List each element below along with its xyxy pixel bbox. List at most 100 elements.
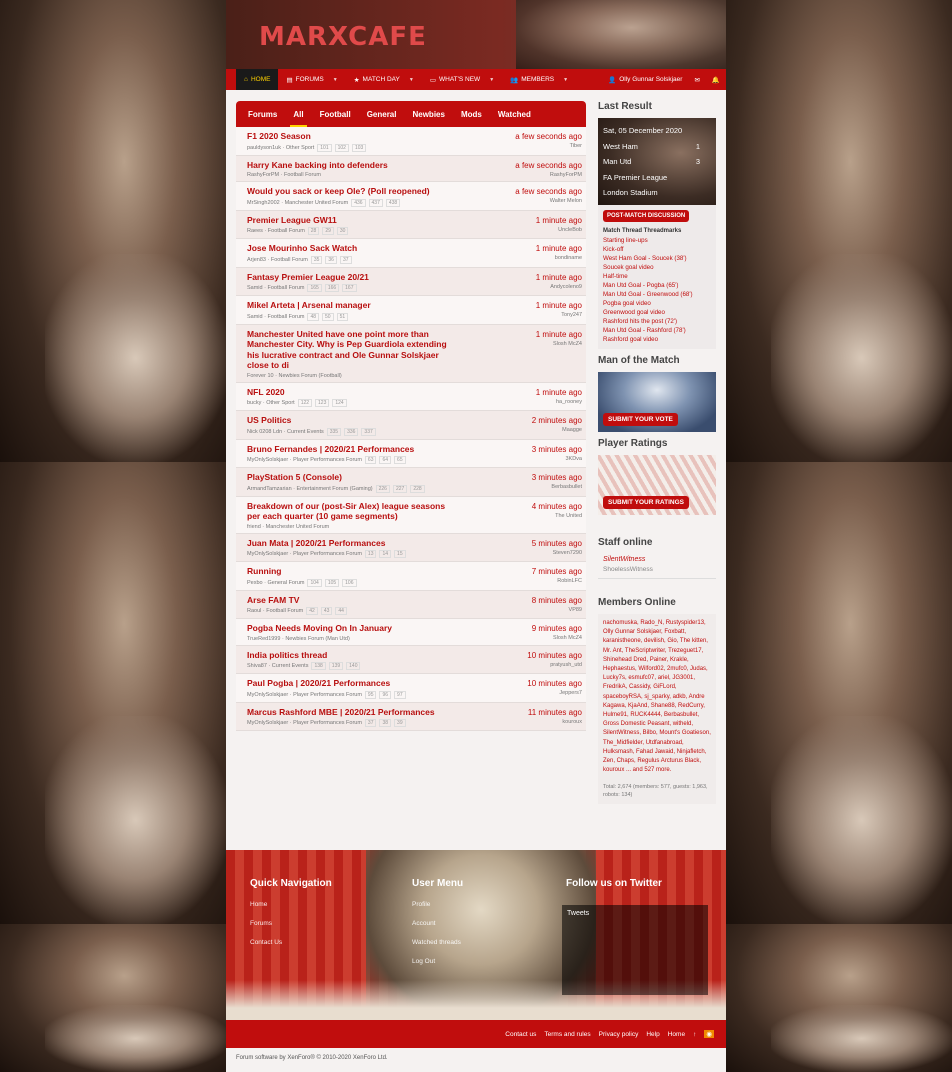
- tab-mods[interactable]: Mods: [453, 101, 490, 127]
- thread-title[interactable]: Jose Mourinho Sack Watch: [247, 243, 452, 254]
- threadmark-link[interactable]: Pogba goal video: [603, 299, 711, 308]
- post-match-button[interactable]: POST-MATCH DISCUSSION: [603, 210, 690, 222]
- page-link[interactable]: 106: [342, 578, 357, 587]
- thread-meta[interactable]: friend · Manchester United Forum: [247, 524, 329, 530]
- threadmark-link[interactable]: Rashford hits the post (72'): [603, 317, 711, 326]
- thread-row[interactable]: Would you sack or keep Ole? (Poll reopen…: [236, 182, 586, 211]
- thread-title[interactable]: Pogba Needs Moving On In January: [247, 623, 452, 634]
- threadmark-link[interactable]: Starting line-ups: [603, 236, 711, 245]
- page-link[interactable]: 44: [335, 607, 347, 615]
- last-poster[interactable]: UncleBob: [536, 227, 582, 233]
- chevron-down-icon[interactable]: ▼: [489, 77, 494, 83]
- thread-meta[interactable]: MyOnlySolskjaer · Player Performances Fo…: [247, 692, 362, 698]
- tab-all[interactable]: All: [285, 101, 311, 127]
- thread-row[interactable]: Marcus Rashford MBE | 2020/21 Performanc…: [236, 702, 586, 731]
- thread-row[interactable]: Pogba Needs Moving On In January TrueRed…: [236, 619, 586, 646]
- site-logo[interactable]: MARXCAFE: [259, 22, 427, 52]
- footer-link[interactable]: Forums: [250, 920, 332, 927]
- last-poster[interactable]: bondiname: [536, 255, 582, 261]
- page-link[interactable]: 228: [410, 484, 425, 493]
- page-link[interactable]: 38: [379, 719, 392, 727]
- last-poster[interactable]: Andycoleno9: [536, 284, 582, 290]
- page-link[interactable]: 165: [307, 284, 322, 292]
- threadmark-link[interactable]: Rashford goal video: [603, 335, 711, 344]
- last-post-time[interactable]: 5 minutes ago: [532, 539, 582, 548]
- last-post-time[interactable]: 1 minute ago: [536, 301, 582, 310]
- page-link[interactable]: 437: [368, 198, 383, 207]
- page-link[interactable]: 51: [336, 312, 349, 321]
- thread-meta[interactable]: Pexbo · General Forum: [247, 580, 304, 586]
- last-post-time[interactable]: a few seconds ago: [515, 132, 582, 141]
- page-link[interactable]: 29: [322, 227, 334, 235]
- footer-link[interactable]: Home: [668, 1031, 685, 1038]
- arrow-up-icon[interactable]: ↑: [693, 1031, 696, 1038]
- last-poster[interactable]: Maagge: [532, 427, 582, 433]
- page-link[interactable]: 14: [379, 550, 392, 558]
- staff-member[interactable]: ShoelessWitness: [603, 566, 711, 573]
- last-poster[interactable]: Tiber: [515, 143, 582, 149]
- last-post-time[interactable]: 10 minutes ago: [527, 651, 582, 660]
- last-post-time[interactable]: 2 minutes ago: [532, 416, 582, 425]
- thread-title[interactable]: Marcus Rashford MBE | 2020/21 Performanc…: [247, 707, 452, 718]
- threadmark-link[interactable]: Man Utd Goal - Rashford (78'): [603, 326, 711, 335]
- thread-meta[interactable]: Shiva87 · Current Events: [247, 663, 308, 669]
- last-post-time[interactable]: 10 minutes ago: [527, 679, 582, 688]
- last-poster[interactable]: RashyForPM: [515, 172, 582, 178]
- page-link[interactable]: 336: [344, 427, 359, 436]
- last-post-time[interactable]: 7 minutes ago: [532, 567, 582, 576]
- thread-title[interactable]: Mikel Arteta | Arsenal manager: [247, 300, 452, 311]
- page-link[interactable]: 15: [394, 550, 406, 558]
- submit-ratings-button[interactable]: SUBMIT YOUR RATINGS: [603, 496, 689, 509]
- thread-row[interactable]: Juan Mata | 2020/21 Performances MyOnlyS…: [236, 533, 586, 562]
- page-link[interactable]: 95: [364, 690, 377, 699]
- page-link[interactable]: 438: [385, 198, 401, 207]
- page-link[interactable]: 28: [307, 227, 320, 235]
- page-link[interactable]: 138: [311, 662, 326, 670]
- last-poster[interactable]: The United: [532, 513, 582, 519]
- last-post-time[interactable]: 11 minutes ago: [528, 708, 582, 717]
- footer-link[interactable]: Account: [412, 920, 463, 927]
- inbox-icon[interactable]: ✉: [688, 69, 705, 90]
- footer-link[interactable]: Terms and rules: [544, 1031, 590, 1038]
- footer-link[interactable]: Profile: [412, 901, 463, 908]
- chevron-down-icon[interactable]: ▼: [409, 77, 414, 83]
- footer-link[interactable]: Help: [646, 1031, 659, 1038]
- last-poster[interactable]: Berbasbullet: [532, 484, 582, 490]
- nav-account[interactable]: 👤 Olly Gunnar Solskjaer: [602, 69, 688, 90]
- thread-title[interactable]: Running: [247, 566, 452, 577]
- thread-title[interactable]: Premier League GW11: [247, 215, 452, 226]
- thread-row[interactable]: Arse FAM TV Raoul · Football Forum 42 43 44…: [236, 590, 586, 619]
- last-poster[interactable]: 3KDva: [532, 456, 582, 462]
- last-poster[interactable]: Jeppers7: [527, 690, 582, 696]
- thread-row[interactable]: Breakdown of our (post-Sir Alex) league …: [236, 496, 586, 534]
- rss-icon[interactable]: ◉: [704, 1030, 714, 1038]
- tab-forums[interactable]: Forums: [240, 101, 285, 127]
- tab-football[interactable]: Football: [312, 101, 359, 127]
- threadmark-link[interactable]: Man Utd Goal - Greenwood (68'): [603, 290, 711, 299]
- page-link[interactable]: 436: [351, 198, 366, 207]
- page-link[interactable]: 102: [334, 143, 349, 152]
- page-link[interactable]: 30: [336, 227, 349, 235]
- last-poster[interactable]: Tony247: [536, 312, 582, 318]
- page-link[interactable]: 39: [394, 719, 406, 727]
- page-link[interactable]: 97: [394, 690, 406, 699]
- last-post-time[interactable]: a few seconds ago: [515, 187, 582, 196]
- thread-title[interactable]: Arse FAM TV: [247, 595, 452, 606]
- last-poster[interactable]: Steven7290: [532, 550, 582, 556]
- thread-meta[interactable]: RashyForPM · Football Forum: [247, 172, 321, 178]
- thread-meta[interactable]: bucky · Other Sport: [247, 400, 295, 406]
- thread-title[interactable]: Paul Pogba | 2020/21 Performances: [247, 678, 452, 689]
- page-link[interactable]: 227: [392, 484, 408, 493]
- last-post-time[interactable]: 9 minutes ago: [532, 624, 582, 633]
- page-link[interactable]: 13: [364, 550, 377, 558]
- thread-row[interactable]: NFL 2020 bucky · Other Sport 122 123 124 1 …: [236, 382, 586, 411]
- threadmark-link[interactable]: Soucek goal video: [603, 263, 711, 272]
- thread-title[interactable]: F1 2020 Season: [247, 131, 452, 142]
- page-link[interactable]: 226: [375, 484, 390, 493]
- page-link[interactable]: 63: [364, 456, 377, 464]
- footer-link[interactable]: Home: [250, 901, 332, 908]
- thread-meta[interactable]: MyOnlySolskjaer · Player Performances Fo…: [247, 457, 362, 463]
- threadmark-link[interactable]: Kick-off: [603, 245, 711, 254]
- last-post-time[interactable]: 1 minute ago: [536, 216, 582, 225]
- last-post-time[interactable]: 8 minutes ago: [532, 596, 582, 605]
